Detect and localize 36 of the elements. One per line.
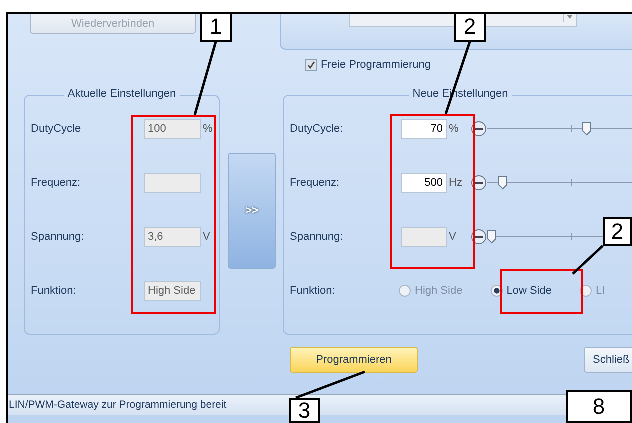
callout-number: 2 xyxy=(454,12,486,42)
input-field[interactable]: 500 xyxy=(401,173,447,193)
minus-icon[interactable] xyxy=(471,121,487,137)
input-field[interactable]: 70 xyxy=(401,119,447,139)
slider[interactable] xyxy=(487,121,632,137)
unit-label: V xyxy=(203,231,210,243)
field-label: Frequenz: xyxy=(289,177,341,189)
field-label: Funktion: xyxy=(30,285,78,297)
field-label: Funktion: xyxy=(289,285,336,297)
unit-label: V xyxy=(449,231,458,243)
leader-line xyxy=(296,370,366,400)
radio-option[interactable]: Low Side xyxy=(490,285,552,297)
field-label: DutyCycle xyxy=(30,123,82,135)
slider-thumb[interactable] xyxy=(498,176,508,190)
unit-label: Hz xyxy=(449,177,464,189)
field-label: Spannung: xyxy=(289,231,344,243)
minus-icon[interactable] xyxy=(471,175,487,191)
checkbox-label: Freie Programmierung xyxy=(321,59,432,71)
leader-line xyxy=(572,245,604,275)
field-label: DutyCycle: xyxy=(289,123,344,135)
minus-icon[interactable] xyxy=(471,229,487,245)
group-title: Aktuelle Einstellungen xyxy=(64,88,180,100)
slider[interactable] xyxy=(487,175,632,191)
unit-label: % xyxy=(203,123,213,135)
status-text: LIN/PWM-Gateway zur Programmierung bereit xyxy=(9,399,227,411)
field-label: Frequenz: xyxy=(30,177,82,189)
slider-thumb[interactable] xyxy=(582,122,592,136)
unit-label: % xyxy=(449,123,460,135)
callout-number: 2 xyxy=(603,217,632,246)
callout-number: 8 xyxy=(566,390,632,423)
callout-number: 3 xyxy=(289,398,320,423)
close-button[interactable]: Schließ xyxy=(584,347,632,373)
checkbox[interactable] xyxy=(305,59,317,71)
field-label: Spannung: xyxy=(30,231,86,243)
program-button[interactable]: Programmieren xyxy=(290,347,418,373)
callout-number: 1 xyxy=(200,12,232,42)
